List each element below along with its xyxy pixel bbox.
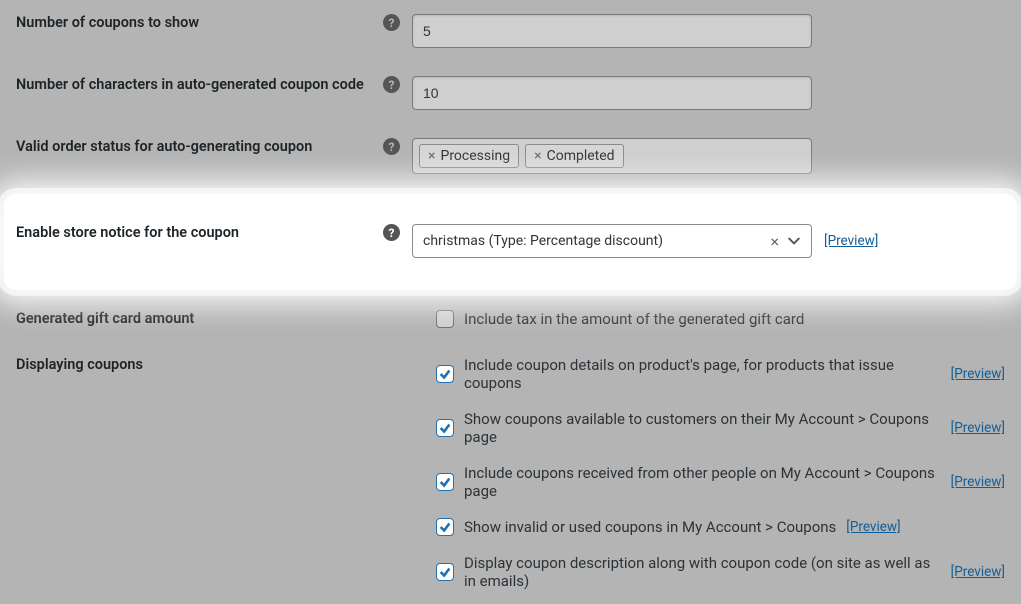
display-option-checkbox[interactable]	[436, 473, 454, 491]
tag-label: Completed	[547, 148, 615, 164]
clear-selection-icon[interactable]: ×	[768, 232, 781, 251]
display-option-label: Include coupon details on product's page…	[464, 356, 941, 392]
display-option-label: Show invalid or used coupons in My Accou…	[464, 518, 836, 536]
display-option-checkbox[interactable]	[436, 419, 454, 437]
label-store-notice: Enable store notice for the coupon	[16, 224, 239, 241]
row-store-notice: Enable store notice for the coupon ? chr…	[4, 194, 1017, 290]
label-col: Number of coupons to show ?	[16, 14, 412, 31]
gift-card-tax-option: Include tax in the amount of the generat…	[436, 310, 804, 328]
display-option-label: Include coupons received from other peop…	[464, 464, 941, 500]
display-option-checkbox[interactable]	[436, 518, 454, 536]
help-icon[interactable]: ?	[383, 224, 400, 241]
display-option: Include coupons received from other peop…	[436, 464, 1005, 500]
field-col	[412, 14, 1005, 48]
status-tag-processing[interactable]: × Processing	[419, 144, 519, 168]
label-col: Generated gift card amount	[16, 310, 412, 327]
field-col	[412, 76, 1005, 110]
label-col: Valid order status for auto-generating c…	[16, 138, 412, 155]
preview-link[interactable]: [Preview]	[951, 474, 1005, 490]
display-option-label: Display coupon description along with co…	[464, 554, 941, 590]
status-tag-completed[interactable]: × Completed	[525, 144, 623, 168]
label-col: Number of characters in auto-generated c…	[16, 76, 412, 93]
preview-link[interactable]: [Preview]	[951, 564, 1005, 580]
label-generated-gift-card: Generated gift card amount	[16, 310, 194, 327]
number-of-characters-input[interactable]	[412, 76, 812, 110]
display-option: Include coupon details on product's page…	[436, 356, 1005, 392]
preview-link-store-notice[interactable]: [Preview]	[824, 233, 878, 249]
display-option: Show coupons available to customers on t…	[436, 410, 1005, 446]
preview-link[interactable]: [Preview]	[951, 420, 1005, 436]
help-icon[interactable]: ?	[383, 14, 400, 31]
display-option: Show invalid or used coupons in My Accou…	[436, 518, 1005, 536]
field-col: × Processing × Completed	[412, 138, 1005, 174]
field-col: Include tax in the amount of the generat…	[412, 310, 1005, 328]
remove-tag-icon[interactable]: ×	[534, 148, 541, 164]
number-of-coupons-input[interactable]	[412, 14, 812, 48]
label-col: Displaying coupons	[16, 356, 412, 373]
help-icon[interactable]: ?	[383, 138, 400, 155]
display-option-checkbox[interactable]	[436, 365, 454, 383]
tag-label: Processing	[440, 148, 510, 164]
chevron-down-icon[interactable]	[787, 234, 801, 248]
field-col: christmas (Type: Percentage discount) × …	[412, 224, 1005, 258]
display-option-checkbox[interactable]	[436, 563, 454, 581]
row-number-of-coupons: Number of coupons to show ?	[0, 0, 1021, 62]
row-displaying-coupons: Displaying coupons Include coupon detail…	[0, 342, 1021, 604]
display-option: Display coupon description along with co…	[436, 554, 1005, 590]
remove-tag-icon[interactable]: ×	[428, 148, 435, 164]
help-icon[interactable]: ?	[383, 76, 400, 93]
label-number-of-characters: Number of characters in auto-generated c…	[16, 76, 364, 93]
row-generated-gift-card: Generated gift card amount Include tax i…	[0, 296, 1021, 342]
preview-link[interactable]: [Preview]	[951, 366, 1005, 382]
valid-order-status-multiselect[interactable]: × Processing × Completed	[412, 138, 812, 174]
label-number-of-coupons: Number of coupons to show	[16, 14, 199, 31]
label-displaying-coupons: Displaying coupons	[16, 356, 143, 373]
gift-card-tax-checkbox[interactable]	[436, 310, 454, 328]
row-number-of-characters: Number of characters in auto-generated c…	[0, 62, 1021, 124]
gift-card-tax-label: Include tax in the amount of the generat…	[464, 310, 804, 328]
displaying-options-stack: Include coupon details on product's page…	[436, 356, 1005, 590]
preview-link[interactable]: [Preview]	[846, 519, 900, 535]
field-col: Include coupon details on product's page…	[412, 356, 1005, 590]
label-valid-order-status: Valid order status for auto-generating c…	[16, 138, 312, 155]
store-notice-select[interactable]: christmas (Type: Percentage discount) ×	[412, 224, 812, 258]
settings-form: Number of coupons to show ? Number of ch…	[0, 0, 1021, 529]
store-notice-selected-text: christmas (Type: Percentage discount)	[423, 233, 762, 249]
row-valid-order-status: Valid order status for auto-generating c…	[0, 124, 1021, 188]
label-col: Enable store notice for the coupon ?	[16, 224, 412, 241]
display-option-label: Show coupons available to customers on t…	[464, 410, 941, 446]
